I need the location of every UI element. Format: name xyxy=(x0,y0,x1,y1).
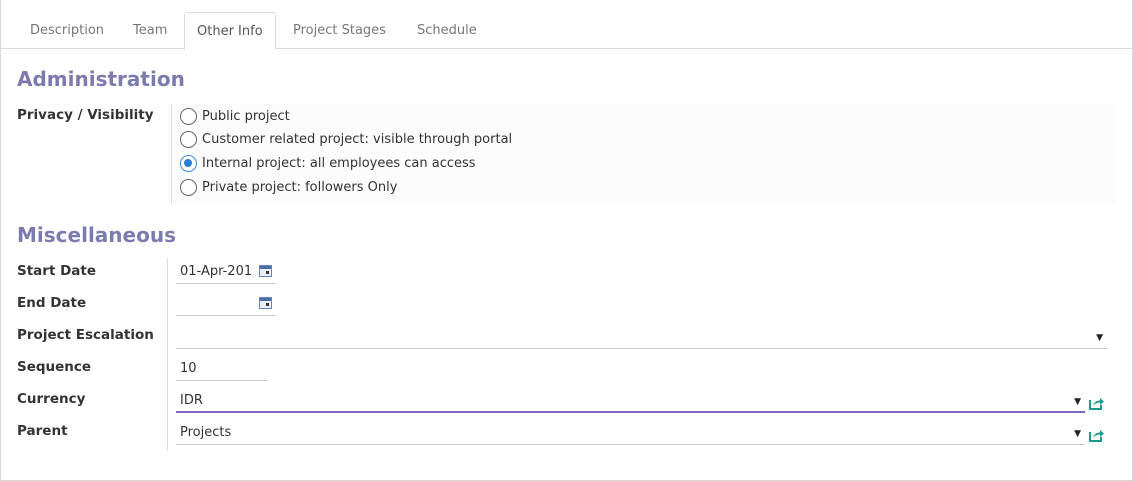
radio-label: Customer related project: visible throug… xyxy=(202,131,513,147)
tab-project-stages[interactable]: Project Stages xyxy=(281,12,398,49)
chevron-down-icon[interactable]: ▼ xyxy=(1074,423,1081,445)
calendar-icon[interactable] xyxy=(259,265,272,277)
radio-label: Public project xyxy=(202,108,290,124)
calendar-icon[interactable] xyxy=(259,297,272,309)
privacy-radio-group: Public project Customer related project:… xyxy=(171,104,1116,204)
notebook-tabs: Description Team Other Info Project Stag… xyxy=(0,12,1133,50)
radio-internal-project[interactable]: Internal project: all employees can acce… xyxy=(180,153,476,173)
radio-button[interactable] xyxy=(180,107,197,125)
parent-label: Parent xyxy=(17,423,68,439)
tab-team[interactable]: Team xyxy=(121,12,179,49)
tab-description[interactable]: Description xyxy=(18,12,116,49)
administration-title: Administration xyxy=(17,67,185,91)
radio-label: Private project: followers Only xyxy=(202,179,398,195)
currency-label: Currency xyxy=(17,391,86,407)
parent-select[interactable]: Projects ▼ xyxy=(176,423,1085,445)
project-escalation-label: Project Escalation xyxy=(17,327,154,343)
privacy-visibility-label: Privacy / Visibility xyxy=(17,107,154,123)
miscellaneous-title: Miscellaneous xyxy=(17,223,176,247)
sequence-value: 10 xyxy=(180,361,197,376)
sequence-input[interactable]: 10 xyxy=(176,359,267,381)
tab-schedule[interactable]: Schedule xyxy=(405,12,489,49)
radio-button[interactable] xyxy=(180,130,197,148)
radio-public-project[interactable]: Public project xyxy=(180,106,290,126)
radio-button[interactable] xyxy=(180,178,197,196)
radio-customer-project[interactable]: Customer related project: visible throug… xyxy=(180,129,512,149)
chevron-down-icon[interactable]: ▼ xyxy=(1074,391,1081,413)
start-date-field[interactable]: 01-Apr-201 xyxy=(176,262,276,284)
tab-other-info[interactable]: Other Info xyxy=(184,12,276,50)
external-link-icon[interactable] xyxy=(1089,428,1105,442)
end-date-label: End Date xyxy=(17,295,87,311)
radio-private-project[interactable]: Private project: followers Only xyxy=(180,177,397,197)
radio-label: Internal project: all employees can acce… xyxy=(202,155,476,171)
external-link-icon[interactable] xyxy=(1089,396,1105,410)
sequence-label: Sequence xyxy=(17,359,92,375)
form-divider xyxy=(167,258,168,450)
currency-select[interactable]: IDR ▼ xyxy=(176,391,1085,413)
end-date-field[interactable] xyxy=(176,294,276,316)
radio-button-checked[interactable] xyxy=(180,154,197,172)
start-date-value: 01-Apr-201 xyxy=(180,264,253,279)
project-escalation-select[interactable]: ▼ xyxy=(176,327,1107,349)
parent-value: Projects xyxy=(180,425,232,440)
currency-value: IDR xyxy=(180,393,203,408)
chevron-down-icon[interactable]: ▼ xyxy=(1096,327,1103,349)
start-date-label: Start Date xyxy=(17,263,97,279)
